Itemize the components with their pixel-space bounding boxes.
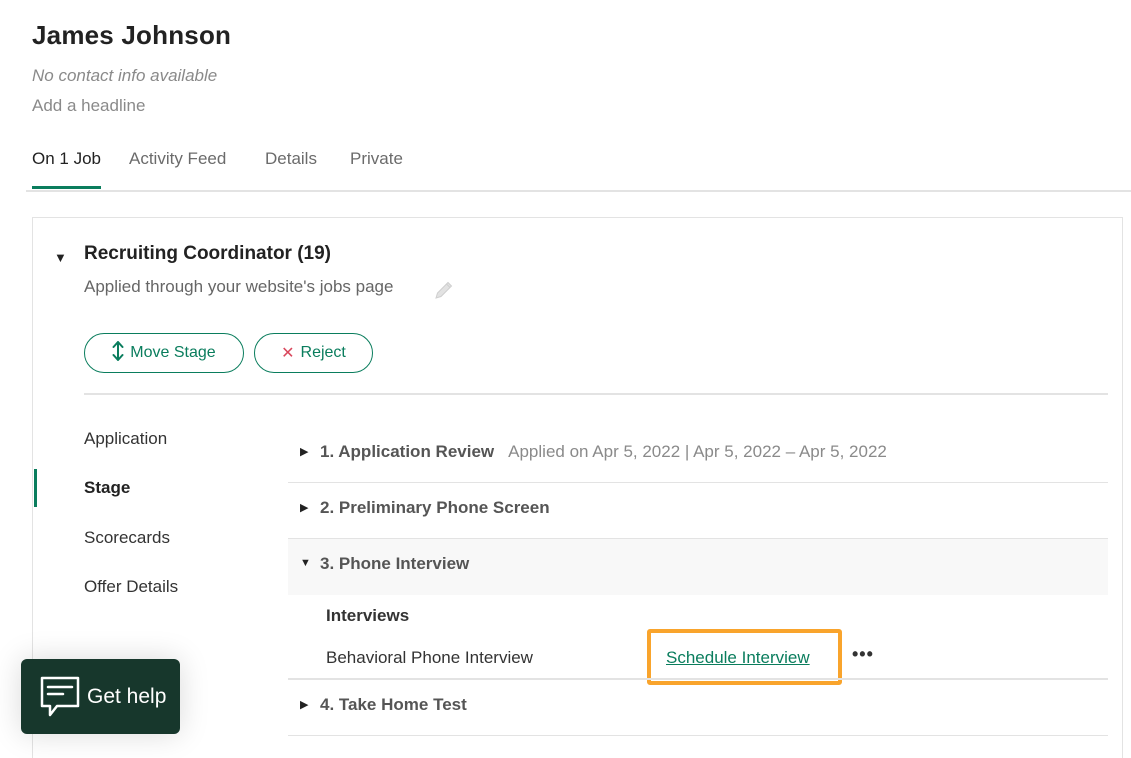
stage-row-phone-interview[interactable]: ▼ 3. Phone Interview bbox=[288, 539, 1108, 595]
interview-name: Behavioral Phone Interview bbox=[326, 648, 533, 667]
x-icon: ✕ bbox=[281, 345, 295, 362]
stage-title: 4. Take Home Test bbox=[320, 695, 467, 714]
sidebar-item-scorecards[interactable]: Scorecards bbox=[84, 528, 170, 548]
sidebar-item-application[interactable]: Application bbox=[84, 429, 167, 449]
collapse-triangle-icon: ▼ bbox=[300, 557, 311, 569]
stage-dates: Applied on Apr 5, 2022 | Apr 5, 2022 – A… bbox=[508, 442, 887, 461]
job-source: Applied through your website's jobs page bbox=[84, 277, 394, 296]
tab-activity-feed[interactable]: Activity Feed bbox=[129, 149, 226, 169]
schedule-interview-link[interactable]: Schedule Interview bbox=[666, 648, 810, 668]
reject-label: Reject bbox=[300, 344, 346, 361]
active-indicator bbox=[34, 469, 37, 507]
get-help-label: Get help bbox=[87, 684, 167, 708]
more-options-icon[interactable]: ••• bbox=[852, 644, 874, 665]
profile-tabs: On 1 Job Activity Feed Details Private bbox=[26, 140, 1131, 192]
contact-info: No contact info available bbox=[32, 66, 218, 85]
chat-bubble-icon bbox=[40, 676, 80, 716]
pencil-edit-icon[interactable] bbox=[432, 278, 456, 302]
job-title: Recruiting Coordinator (19) bbox=[84, 243, 332, 264]
get-help-button[interactable]: Get help bbox=[21, 659, 180, 734]
stage-title: 2. Preliminary Phone Screen bbox=[320, 498, 550, 517]
stage-title: 3. Phone Interview bbox=[320, 554, 470, 573]
sidebar-item-stage[interactable]: Stage bbox=[84, 478, 130, 498]
sidebar-item-offer-details[interactable]: Offer Details bbox=[84, 577, 178, 597]
move-stage-button[interactable]: Move Stage bbox=[84, 333, 244, 373]
tab-details[interactable]: Details bbox=[265, 149, 317, 169]
interviews-heading: Interviews bbox=[326, 606, 410, 625]
expand-triangle-icon: ▶ bbox=[300, 446, 309, 458]
collapse-triangle-icon[interactable]: ▼ bbox=[54, 250, 67, 265]
stage-row-application-review[interactable]: ▶ 1. Application Review Applied on Apr 5,… bbox=[288, 427, 1108, 483]
stage-title: 1. Application Review bbox=[320, 442, 495, 461]
stage-row-take-home-test[interactable]: ▶ 4. Take Home Test bbox=[288, 680, 1108, 736]
expand-triangle-icon: ▶ bbox=[300, 699, 309, 711]
add-headline-link[interactable]: Add a headline bbox=[32, 96, 145, 116]
tab-on-1-job[interactable]: On 1 Job bbox=[32, 149, 101, 189]
expand-triangle-icon: ▶ bbox=[300, 502, 309, 514]
move-stage-label: Move Stage bbox=[130, 344, 216, 361]
divider bbox=[84, 393, 1108, 395]
vertical-arrows-icon bbox=[112, 340, 124, 366]
candidate-name: James Johnson bbox=[32, 20, 232, 50]
stage-row-preliminary-phone-screen[interactable]: ▶ 2. Preliminary Phone Screen bbox=[288, 483, 1108, 539]
tab-private[interactable]: Private bbox=[350, 149, 403, 169]
reject-button[interactable]: ✕ Reject bbox=[254, 333, 373, 373]
